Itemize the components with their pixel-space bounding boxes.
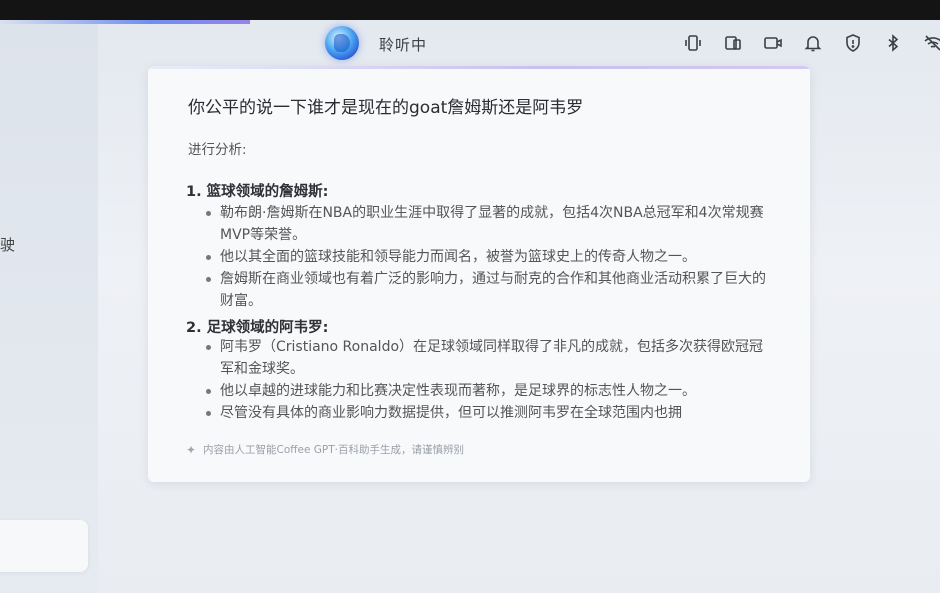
list-item: 勒布朗·詹姆斯在NBA的职业生涯中取得了显著的成就，包括4次NBA总冠军和4次常… — [206, 202, 766, 246]
bullet-dot — [206, 389, 211, 394]
user-question: 你公平的说一下谁才是现在的goat詹姆斯还是阿韦罗 — [188, 98, 584, 118]
section-title: 2. 足球领域的阿韦罗: — [186, 320, 329, 336]
bullet-dot — [206, 345, 211, 350]
bell-icon[interactable] — [802, 32, 824, 54]
assistant-orb-icon[interactable] — [325, 26, 359, 60]
answer-card: 你公平的说一下谁才是现在的goat詹姆斯还是阿韦罗 进行分析: 1. 篮球领域的… — [148, 66, 810, 482]
top-bezel — [0, 0, 940, 20]
bullet-dot — [206, 411, 211, 416]
shield-icon[interactable] — [842, 32, 864, 54]
bullet-dot — [206, 277, 211, 282]
section-title: 1. 篮球领域的詹姆斯: — [186, 184, 329, 200]
status-icons — [682, 32, 940, 54]
camera-icon[interactable] — [762, 32, 784, 54]
list-item: 詹姆斯在商业领域也有着广泛的影响力，通过与耐克的合作和其他商业活动积累了巨大的财… — [206, 268, 766, 312]
ai-disclaimer: ✦ 内容由人工智能Coffee GPT·百科助手生成，请谨慎辨别 — [186, 442, 464, 457]
listening-label: 聆听中 — [379, 36, 428, 54]
sparkle-icon: ✦ — [186, 442, 197, 457]
vibrate-icon[interactable] — [682, 32, 704, 54]
left-panel — [0, 24, 98, 593]
list-item: 他以卓越的进球能力和比赛决定性表现而著称，是足球界的标志性人物之一。 — [206, 380, 766, 402]
list-item: 他以其全面的篮球技能和领导能力而闻名，被誉为篮球史上的传奇人物之一。 — [206, 246, 766, 268]
disclaimer-text: 内容由人工智能Coffee GPT·百科助手生成，请谨慎辨别 — [203, 444, 464, 456]
left-partial-text: 驶 — [0, 236, 16, 254]
screen-cast-icon[interactable] — [722, 32, 744, 54]
wifi-off-icon[interactable] — [922, 32, 940, 54]
left-card[interactable] — [0, 520, 88, 572]
list-item: 阿韦罗（Cristiano Ronaldo）在足球领域同样取得了非凡的成就，包括… — [206, 336, 766, 380]
card-accent-line — [148, 66, 810, 69]
answer-intro: 进行分析: — [188, 142, 247, 158]
bullet-dot — [206, 255, 211, 260]
bluetooth-icon[interactable] — [882, 32, 904, 54]
status-bar: 聆听中 — [0, 24, 940, 64]
list-item: 尽管没有具体的商业影响力数据提供，但可以推测阿韦罗在全球范围内也拥 — [206, 402, 766, 424]
bullet-dot — [206, 211, 211, 216]
